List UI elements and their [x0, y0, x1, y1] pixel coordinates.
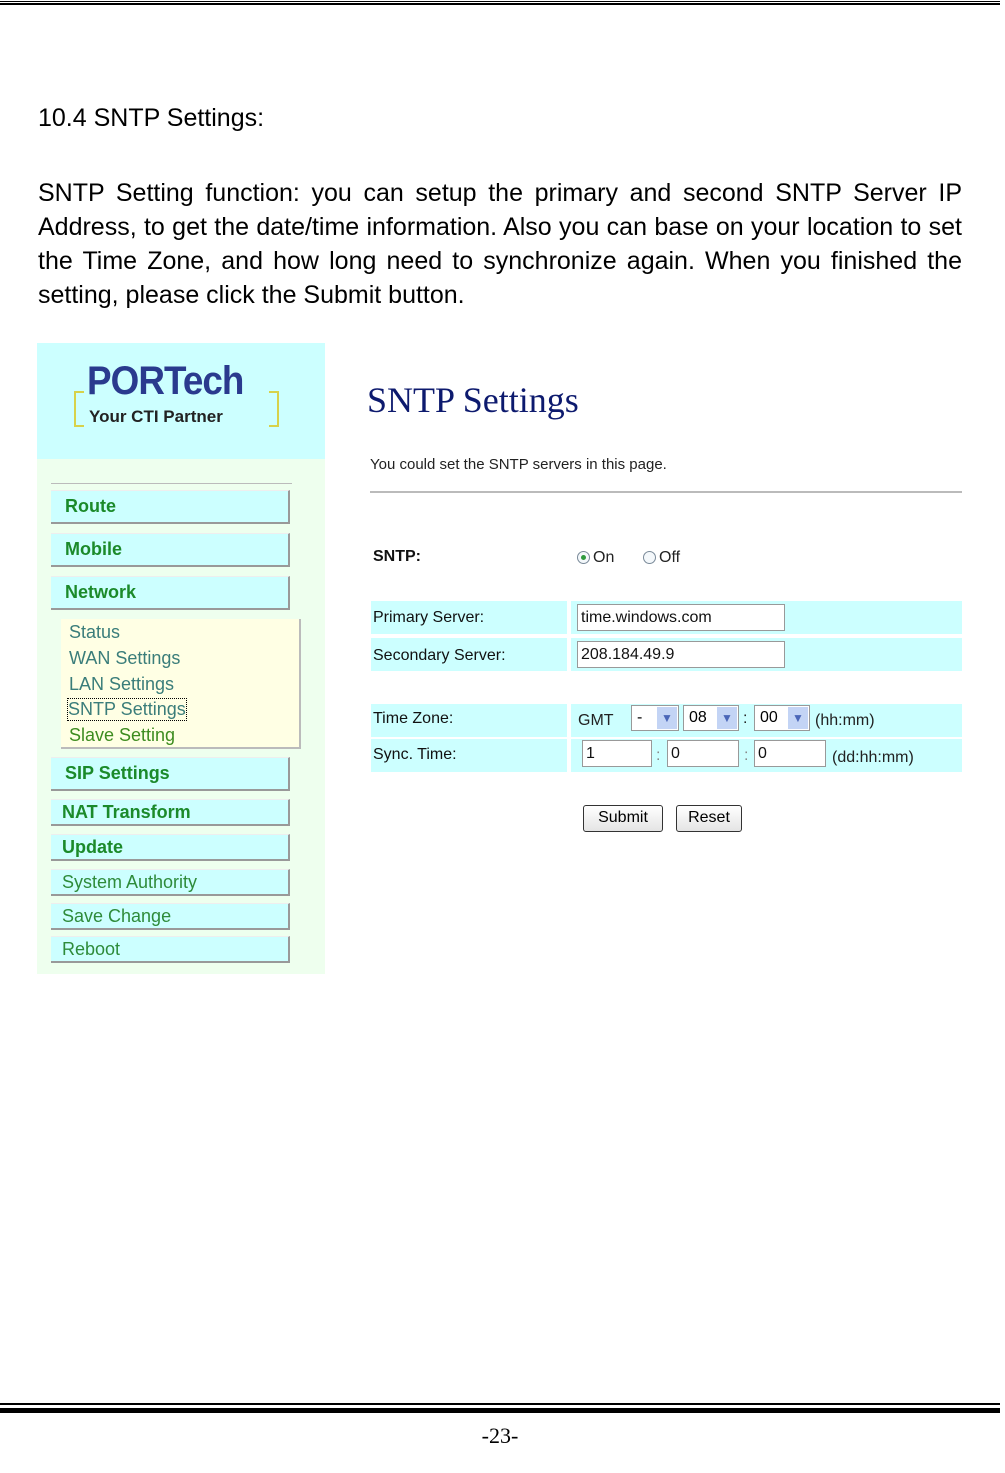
time-zone-minutes-value: 00: [760, 709, 778, 726]
sntp-on-label: On: [593, 549, 615, 566]
secondary-server-input[interactable]: 208.184.49.9: [577, 641, 785, 668]
secondary-server-label: Secondary Server:: [373, 647, 506, 664]
sync-time-label: Sync. Time:: [373, 746, 457, 763]
logo-brand: PORTech: [87, 359, 244, 403]
time-zone-hours-select[interactable]: 08 ▼: [683, 705, 739, 731]
main-content: SNTP Settings You could set the SNTP ser…: [325, 343, 962, 974]
sidebar-item-sip-settings[interactable]: SIP Settings: [51, 757, 290, 791]
footer-rule-thick: [0, 1408, 1000, 1413]
sidebar-item-update[interactable]: Update: [51, 834, 290, 861]
sidebar-item-save-change[interactable]: Save Change: [51, 903, 290, 930]
chevron-down-icon: ▼: [788, 707, 808, 729]
page-title: SNTP Settings: [367, 380, 579, 420]
sntp-on-radio[interactable]: [577, 551, 590, 564]
time-zone-format-hint: (hh:mm): [815, 712, 875, 729]
intro-paragraph: SNTP Setting function: you can setup the…: [38, 179, 962, 309]
sidebar: PORTech Your CTI Partner Route Mobile Ne…: [37, 343, 325, 974]
chevron-down-icon: ▼: [717, 707, 737, 729]
sntp-off-radio[interactable]: [643, 551, 656, 564]
network-submenu: Status WAN Settings LAN Settings SNTP Se…: [61, 619, 301, 749]
sntp-label: SNTP:: [373, 548, 421, 565]
footer-rule: [0, 1403, 1000, 1405]
gmt-label: GMT: [578, 712, 614, 729]
time-zone-sign-select[interactable]: - ▼: [631, 705, 679, 731]
sidebar-item-mobile[interactable]: Mobile: [51, 533, 290, 567]
embedded-screenshot: PORTech Your CTI Partner Route Mobile Ne…: [37, 343, 962, 974]
submenu-item-sntp-settings[interactable]: SNTP Settings: [67, 698, 187, 721]
page-description: You could set the SNTP servers in this p…: [370, 456, 667, 473]
logo: PORTech Your CTI Partner: [37, 343, 325, 459]
title-divider: [370, 491, 962, 493]
sync-hours-input[interactable]: 0: [667, 740, 739, 767]
submenu-item-slave-setting[interactable]: Slave Setting: [69, 725, 175, 746]
sidebar-item-route[interactable]: Route: [51, 490, 290, 524]
header-rule-thick: [0, 3, 1000, 5]
time-zone-label: Time Zone:: [373, 710, 454, 727]
sidebar-item-system-authority[interactable]: System Authority: [51, 869, 290, 896]
submenu-item-status[interactable]: Status: [69, 622, 120, 643]
logo-tagline: Your CTI Partner: [89, 407, 223, 426]
sidebar-item-nat-transform[interactable]: NAT Transform: [51, 799, 290, 826]
page-number: -23-: [481, 1423, 519, 1448]
sidebar-item-reboot[interactable]: Reboot: [51, 936, 290, 963]
logo-bracket-right: [269, 391, 279, 427]
sync-separator-1: :: [656, 747, 661, 764]
submenu-item-wan-settings[interactable]: WAN Settings: [69, 648, 180, 669]
sync-format-hint: (dd:hh:mm): [832, 749, 914, 766]
sync-separator-2: :: [744, 747, 749, 764]
logo-bracket-left: [74, 391, 84, 427]
time-zone-sign-value: -: [637, 709, 643, 726]
section-heading: 10.4 SNTP Settings:: [38, 104, 265, 132]
sync-days-input[interactable]: 1: [582, 740, 652, 767]
header-rule: [0, 1, 1000, 2]
sntp-off-label: Off: [659, 549, 681, 566]
submenu-item-lan-settings[interactable]: LAN Settings: [69, 674, 174, 695]
reset-button[interactable]: Reset: [676, 805, 742, 832]
sync-minutes-input[interactable]: 0: [754, 740, 826, 767]
nav-divider: [51, 483, 292, 484]
time-zone-hours-value: 08: [689, 709, 707, 726]
time-zone-minutes-select[interactable]: 00 ▼: [754, 705, 810, 731]
time-zone-separator: :: [743, 710, 748, 727]
chevron-down-icon: ▼: [657, 707, 677, 729]
primary-server-input[interactable]: time.windows.com: [577, 604, 785, 631]
primary-server-label: Primary Server:: [373, 609, 485, 626]
submit-button[interactable]: Submit: [583, 805, 663, 832]
sidebar-item-network[interactable]: Network: [51, 576, 290, 610]
